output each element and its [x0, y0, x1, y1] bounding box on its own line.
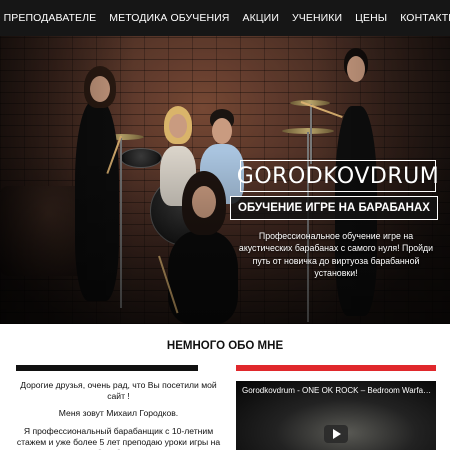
- nav-item-students[interactable]: УЧЕНИКИ: [292, 12, 342, 24]
- play-icon: [333, 429, 341, 439]
- video-embed[interactable]: Gorodkovdrum - ONE OK ROCK – Bedroom War…: [236, 381, 436, 450]
- play-button[interactable]: [324, 425, 348, 443]
- divider-bar-red: [236, 365, 436, 371]
- nav-item-teacher[interactable]: О ПРЕПОДАВАТЕЛЕ: [0, 12, 96, 24]
- nav-item-contacts[interactable]: КОНТАКТЫ: [400, 12, 450, 24]
- hero-description: Профессиональное обучение игре на акусти…: [238, 231, 434, 278]
- subtitle-box: ОБУЧЕНИЕ ИГРЕ НА БАРАБАНАХ: [230, 196, 438, 220]
- nav-item-promotions[interactable]: АКЦИИ: [242, 12, 278, 24]
- about-experience: Я профессиональный барабанщик с 10-летни…: [16, 425, 221, 450]
- hero-subtitle: ОБУЧЕНИЕ ИГРЕ НА БАРАБАНАХ: [238, 202, 430, 214]
- hero-banner: GORODKOVDRUM ОБУЧЕНИЕ ИГРЕ НА БАРАБАНАХ …: [0, 36, 450, 324]
- brand-title: GORODKOVDRUM: [236, 163, 440, 189]
- nav-item-prices[interactable]: ЦЕНЫ: [355, 12, 387, 24]
- top-nav: О ПРЕПОДАВАТЕЛЕ МЕТОДИКА ОБУЧЕНИЯ АКЦИИ …: [0, 0, 450, 36]
- section-title-about: НЕМНОГО ОБО МНЕ: [166, 340, 284, 352]
- nav-item-method[interactable]: МЕТОДИКА ОБУЧЕНИЯ: [109, 12, 229, 24]
- video-title[interactable]: Gorodkovdrum - ONE OK ROCK – Bedroom War…: [242, 386, 432, 395]
- about-text: Дорогие друзья, очень рад, что Вы посети…: [16, 380, 221, 450]
- brand-box: GORODKOVDRUM: [236, 160, 440, 192]
- divider-bar-dark: [16, 365, 198, 371]
- about-greeting: Дорогие друзья, очень рад, что Вы посети…: [20, 380, 217, 402]
- about-name: Меня зовут Михаил Городков.: [58, 408, 179, 419]
